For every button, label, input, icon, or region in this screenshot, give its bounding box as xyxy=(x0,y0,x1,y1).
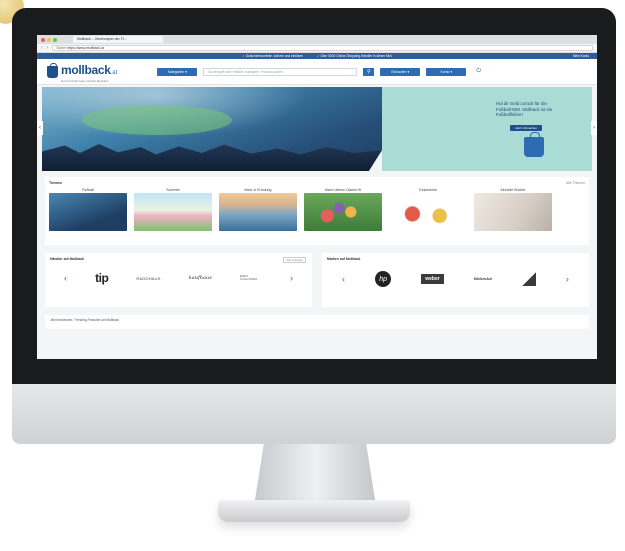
topic-image xyxy=(389,193,467,231)
brand-logo[interactable]: hp xyxy=(375,271,392,287)
close-window-dot[interactable] xyxy=(41,37,45,42)
account-link[interactable]: Mein Konto xyxy=(573,54,589,58)
shop-logo[interactable]: tip xyxy=(95,271,109,285)
forward-icon[interactable]: › xyxy=(47,44,49,53)
promo-middle: ✓ Über 5000 Online-Shopping-Händler in d… xyxy=(316,54,392,58)
topic-label: Sommer xyxy=(166,188,180,192)
shops-show-all[interactable]: Alle anzeigen xyxy=(283,257,306,263)
account-select[interactable]: Konto ▾ xyxy=(426,67,467,76)
shops-heading: Händler auf Mollback xyxy=(50,257,85,261)
topic-label: Mach deinen Garten fit xyxy=(324,188,362,192)
url-host: https://www.mollback.at xyxy=(67,46,104,50)
chevron-right-icon[interactable]: › xyxy=(290,273,293,283)
brands-row: Händler auf Mollback Alle anzeigen ‹ tip… xyxy=(45,253,589,307)
topic-card[interactable]: Aktuelle Bücher xyxy=(474,188,552,231)
brands-carousel: Marken auf Mollback ‹ hp weber KitchenAi… xyxy=(322,253,589,307)
logo-name: mollback xyxy=(61,62,111,77)
topics-section: Themen Alle Themen Fußball Sommer Meer &… xyxy=(45,177,589,245)
categories-button[interactable]: Kategorien ▾ xyxy=(157,67,198,76)
back-icon[interactable]: ‹ xyxy=(41,44,43,53)
brand-logo-icon[interactable] xyxy=(521,272,536,286)
logo-tld: .at xyxy=(110,69,118,76)
topic-label: Aktuelle Bücher xyxy=(500,188,526,192)
shopping-bag-icon xyxy=(47,62,58,78)
topic-card[interactable]: Mach deinen Garten fit xyxy=(304,188,382,231)
topic-card[interactable]: Geschenke xyxy=(389,188,467,231)
hero-stadium-image xyxy=(42,87,422,171)
address-field[interactable]: Sicher https://www.mollback.at xyxy=(52,45,593,51)
zoom-window-dot[interactable] xyxy=(53,37,57,42)
hero-prev-icon[interactable]: ‹ xyxy=(37,121,43,135)
site-header: mollback.at Geld zurück beim Online-Eink… xyxy=(37,59,597,85)
stadium-pitch xyxy=(82,105,232,135)
brand-logo[interactable]: KitchenAid xyxy=(474,277,492,281)
browser-window: Mollback – Gewinnspiel der Fi... ‹ › Sic… xyxy=(37,35,597,359)
topic-image xyxy=(49,193,127,231)
topic-image xyxy=(474,193,552,231)
shop-logo[interactable]: RADOHAUS xyxy=(136,276,160,281)
search-input[interactable]: Suchbegriff oder Händler, Kategorie, Pro… xyxy=(203,67,358,76)
shopping-bag-icon xyxy=(524,132,544,157)
minimize-window-dot[interactable] xyxy=(47,37,51,42)
hero-side-panel: Hol dir Geld zurück für die Fußball-WM. … xyxy=(382,87,592,171)
logo-tagline: Geld zurück beim Online-Einkauf xyxy=(61,78,109,83)
brands-heading: Marken auf Mollback xyxy=(327,257,361,261)
brand-logo[interactable]: weber xyxy=(421,274,444,284)
site-logo[interactable]: mollback.at Geld zurück beim Online-Eink… xyxy=(47,61,117,83)
shop-logo[interactable]: kaufhaus xyxy=(189,275,212,281)
trending-section: Jetzt entdecken: Trending-Produkte auf M… xyxy=(45,315,589,329)
power-icon[interactable]: ⏻ xyxy=(476,68,481,75)
trending-heading: Jetzt entdecken: Trending-Produkte auf M… xyxy=(50,318,120,322)
hero-carousel: Hol dir Geld zurück für die Fußball-WM. … xyxy=(37,87,597,171)
hero-next-icon[interactable]: › xyxy=(591,121,597,135)
monitor-stand-base xyxy=(218,500,410,522)
search-icon[interactable]: ⚲ xyxy=(363,67,375,76)
hero-banner[interactable]: Hol dir Geld zurück für die Fußball-WM. … xyxy=(42,87,592,171)
chevron-right-icon[interactable]: › xyxy=(566,274,569,284)
topic-card[interactable]: Sommer xyxy=(134,188,212,231)
topic-image xyxy=(219,193,297,231)
topic-image xyxy=(304,193,382,231)
hero-cta-button[interactable]: Jetzt mitmachen xyxy=(510,125,542,131)
shops-carousel: Händler auf Mollback Alle anzeigen ‹ tip… xyxy=(45,253,312,307)
topics-heading: Themen xyxy=(49,181,62,185)
topic-card[interactable]: Fußball xyxy=(49,188,127,231)
monitor-chin xyxy=(12,384,616,444)
topic-card[interactable]: Meer & Erholung xyxy=(219,188,297,231)
shopping-select[interactable]: Einkaufen ▾ xyxy=(380,67,421,76)
browser-tabbar: Mollback – Gewinnspiel der Fi... xyxy=(37,35,597,44)
topic-label: Fußball xyxy=(82,188,94,192)
browser-tab[interactable]: Mollback – Gewinnspiel der Fi... xyxy=(73,36,163,43)
topic-image xyxy=(134,193,212,231)
topic-label: Geschenke xyxy=(418,188,438,192)
topic-label: Meer & Erholung xyxy=(244,188,272,192)
chevron-left-icon[interactable]: ‹ xyxy=(342,274,345,284)
browser-urlbar: ‹ › Sicher https://www.mollback.at xyxy=(37,44,597,53)
promo-bar: ✓ Gutscheinsvorteile, sichern und einlös… xyxy=(37,53,597,59)
cheering-crowd xyxy=(42,144,422,171)
shop-logo[interactable]: ERIKA SCHLOSSER xyxy=(240,274,262,281)
hero-text: Hol dir Geld zurück für die Fußball-WM. … xyxy=(496,101,553,118)
monitor-stand-neck xyxy=(254,444,376,506)
secure-label: Sicher xyxy=(56,46,67,50)
topics-more-link[interactable]: Alle Themen xyxy=(566,181,585,185)
promo-left: ✓ Gutscheinsvorteile, sichern und einlös… xyxy=(242,54,303,58)
chevron-left-icon[interactable]: ‹ xyxy=(64,273,67,283)
